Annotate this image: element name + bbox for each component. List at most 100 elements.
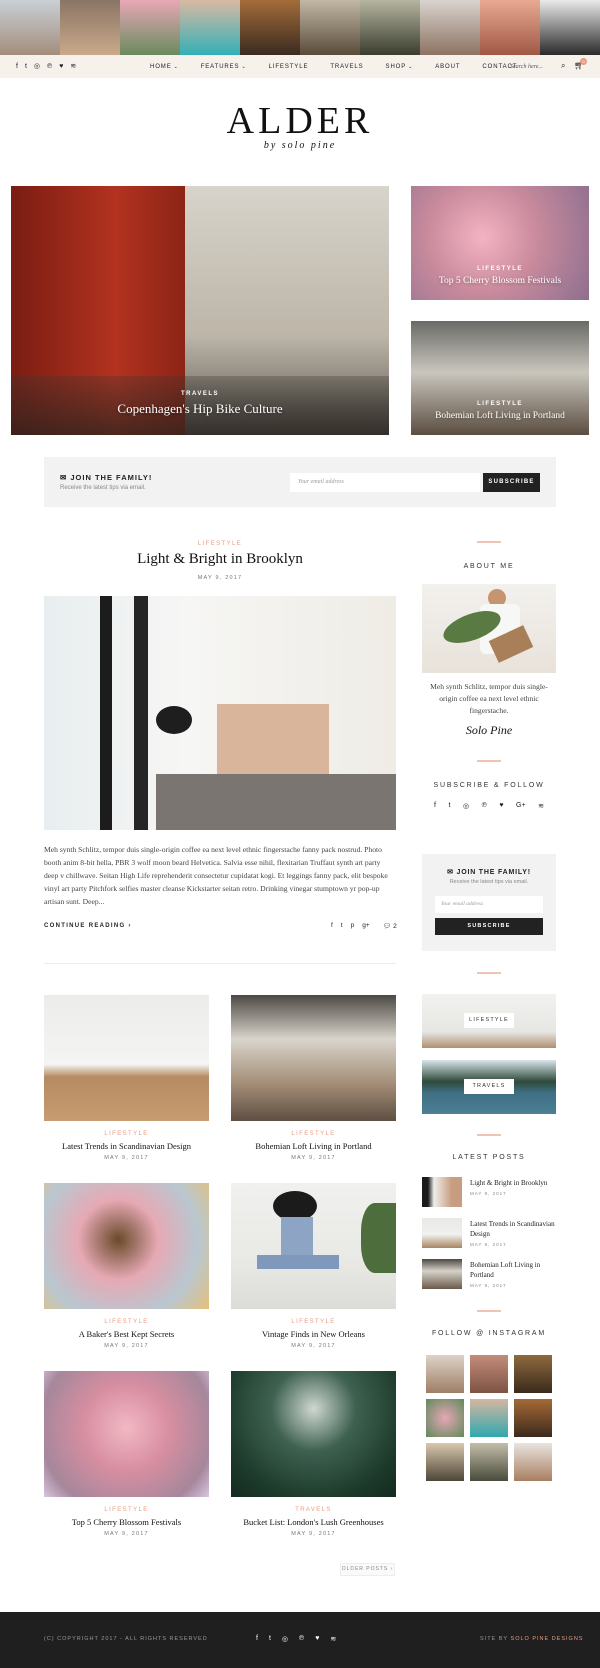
- latest-post-item[interactable]: Latest Trends in Scandinavian Design MAY…: [422, 1218, 556, 1250]
- hero-main-category[interactable]: TRAVELS: [11, 391, 389, 397]
- instagram-photo[interactable]: [426, 1399, 464, 1437]
- hero-main-post[interactable]: TRAVELS Copenhagen's Hip Bike Culture: [11, 186, 389, 435]
- heart-icon[interactable]: ♥: [499, 802, 503, 810]
- menu-item-travels[interactable]: TRAVELS: [330, 64, 363, 70]
- pinterest-icon[interactable]: ℗: [47, 63, 52, 70]
- grid-post-title[interactable]: A Baker's Best Kept Secrets: [44, 1329, 209, 1339]
- strip-photo[interactable]: [420, 0, 480, 55]
- grid-post-category[interactable]: LIFESTYLE: [231, 1131, 396, 1137]
- latest-post-item[interactable]: Light & Bright in Brooklyn MAY 9, 2017: [422, 1177, 556, 1209]
- grid-post-image[interactable]: [44, 1183, 209, 1309]
- search-input[interactable]: Search here...: [510, 55, 543, 78]
- grid-post-category[interactable]: TRAVELS: [231, 1507, 396, 1513]
- grid-post-title[interactable]: Vintage Finds in New Orleans: [231, 1329, 396, 1339]
- latest-post-thumb: [422, 1177, 462, 1207]
- category-tile-travels[interactable]: TRAVELS: [422, 1060, 556, 1114]
- category-tile-lifestyle[interactable]: LIFESTYLE: [422, 994, 556, 1048]
- strip-photo[interactable]: [60, 0, 120, 55]
- grid-post-image[interactable]: [231, 1183, 396, 1309]
- rss-icon[interactable]: ≋: [538, 802, 544, 810]
- hero-side-category[interactable]: LIFESTYLE: [411, 266, 589, 272]
- twitter-share-icon[interactable]: t: [341, 922, 343, 929]
- grid-post-category[interactable]: LIFESTYLE: [44, 1131, 209, 1137]
- facebook-icon[interactable]: f: [256, 1635, 258, 1643]
- twitter-icon[interactable]: t: [448, 802, 450, 810]
- grid-post-date: MAY 9, 2017: [104, 1155, 149, 1161]
- hero-side-title[interactable]: Bohemian Loft Living in Portland: [411, 411, 589, 421]
- facebook-icon[interactable]: f: [434, 802, 436, 810]
- grid-post-title[interactable]: Latest Trends in Scandinavian Design: [44, 1141, 209, 1151]
- strip-photo[interactable]: [0, 0, 60, 55]
- strip-photo[interactable]: [360, 0, 420, 55]
- instagram-photo[interactable]: [426, 1443, 464, 1481]
- google-plus-icon[interactable]: G+: [516, 802, 526, 810]
- latest-post-title[interactable]: Bohemian Loft Living in Portland: [470, 1260, 556, 1280]
- grid-post-image[interactable]: [231, 1371, 396, 1497]
- pinterest-share-icon[interactable]: p: [351, 922, 355, 929]
- logo-title: ALDER: [226, 100, 374, 142]
- email-field[interactable]: Your email address: [435, 896, 543, 913]
- menu-item-shop[interactable]: SHOP ⌄: [386, 64, 414, 70]
- heart-icon[interactable]: ♥: [59, 63, 63, 70]
- email-field[interactable]: Your email address: [290, 473, 480, 492]
- strip-photo[interactable]: [120, 0, 180, 55]
- grid-post-title[interactable]: Bohemian Loft Living in Portland: [231, 1141, 396, 1151]
- site-logo[interactable]: ALDER by solo pine: [0, 100, 600, 151]
- facebook-icon[interactable]: f: [16, 63, 18, 70]
- menu-item-features[interactable]: FEATURES ⌄: [201, 64, 247, 70]
- hero-main-title[interactable]: Copenhagen's Hip Bike Culture: [11, 401, 389, 417]
- search-icon[interactable]: ⌕: [561, 61, 565, 71]
- grid-post-title[interactable]: Top 5 Cherry Blossom Festivals: [44, 1517, 209, 1527]
- strip-photo[interactable]: [540, 0, 600, 55]
- instagram-photo[interactable]: [514, 1443, 552, 1481]
- hero-side-title[interactable]: Top 5 Cherry Blossom Festivals: [411, 276, 589, 286]
- grid-post-category[interactable]: LIFESTYLE: [231, 1319, 396, 1325]
- continue-reading-link[interactable]: CONTINUE READING ›: [44, 923, 132, 929]
- instagram-photo[interactable]: [514, 1355, 552, 1393]
- pinterest-icon[interactable]: ℗: [299, 1635, 304, 1643]
- heart-icon[interactable]: ♥: [315, 1635, 319, 1643]
- twitter-icon[interactable]: t: [25, 63, 27, 70]
- rss-icon[interactable]: ≋: [70, 63, 76, 70]
- subscribe-button[interactable]: SUBSCRIBE: [435, 918, 543, 935]
- comments-link[interactable]: 💬︎ 2: [383, 922, 397, 930]
- grid-post-image[interactable]: [44, 995, 209, 1121]
- grid-post-title[interactable]: Bucket List: London's Lush Greenhouses: [231, 1517, 396, 1527]
- grid-post-image[interactable]: [231, 995, 396, 1121]
- instagram-photo[interactable]: [470, 1443, 508, 1481]
- menu-item-home[interactable]: HOME ⌄: [150, 64, 179, 70]
- hero-side-post[interactable]: LIFESTYLE Top 5 Cherry Blossom Festivals: [411, 186, 589, 300]
- hero-side-category[interactable]: LIFESTYLE: [411, 401, 589, 407]
- older-posts-button[interactable]: OLDER POSTS ›: [340, 1563, 395, 1576]
- latest-post-title[interactable]: Latest Trends in Scandinavian Design: [470, 1219, 556, 1239]
- instagram-icon[interactable]: ◎: [282, 1635, 288, 1643]
- latest-post-item[interactable]: Bohemian Loft Living in Portland MAY 9, …: [422, 1259, 556, 1291]
- latest-post-title[interactable]: Light & Bright in Brooklyn: [470, 1178, 556, 1188]
- grid-post-image[interactable]: [44, 1371, 209, 1497]
- twitter-icon[interactable]: t: [269, 1635, 271, 1643]
- hero-side-post[interactable]: LIFESTYLE Bohemian Loft Living in Portla…: [411, 321, 589, 435]
- footer-credit-link[interactable]: SOLO PINE DESIGNS: [511, 1636, 584, 1642]
- instagram-photo[interactable]: [426, 1355, 464, 1393]
- rss-icon[interactable]: ≋: [330, 1635, 336, 1643]
- instagram-icon[interactable]: ◎: [34, 63, 40, 70]
- instagram-photo[interactable]: [470, 1355, 508, 1393]
- facebook-share-icon[interactable]: f: [331, 922, 333, 929]
- menu-item-lifestyle[interactable]: LIFESTYLE: [269, 64, 309, 70]
- subscribe-button[interactable]: SUBSCRIBE: [483, 473, 540, 492]
- instagram-photo[interactable]: [514, 1399, 552, 1437]
- strip-photo[interactable]: [240, 0, 300, 55]
- grid-post-category[interactable]: LIFESTYLE: [44, 1507, 209, 1513]
- instagram-photo[interactable]: [470, 1399, 508, 1437]
- pinterest-icon[interactable]: ℗: [482, 802, 487, 810]
- google-plus-share-icon[interactable]: g+: [362, 922, 369, 929]
- strip-photo[interactable]: [180, 0, 240, 55]
- strip-photo[interactable]: [300, 0, 360, 55]
- instagram-icon[interactable]: ◎: [463, 802, 469, 810]
- featured-post-category[interactable]: LIFESTYLE: [44, 541, 396, 547]
- featured-post-image[interactable]: [44, 596, 396, 830]
- menu-item-about[interactable]: ABOUT: [435, 64, 460, 70]
- featured-post-title[interactable]: Light & Bright in Brooklyn: [44, 551, 396, 568]
- strip-photo[interactable]: [480, 0, 540, 55]
- grid-post-category[interactable]: LIFESTYLE: [44, 1319, 209, 1325]
